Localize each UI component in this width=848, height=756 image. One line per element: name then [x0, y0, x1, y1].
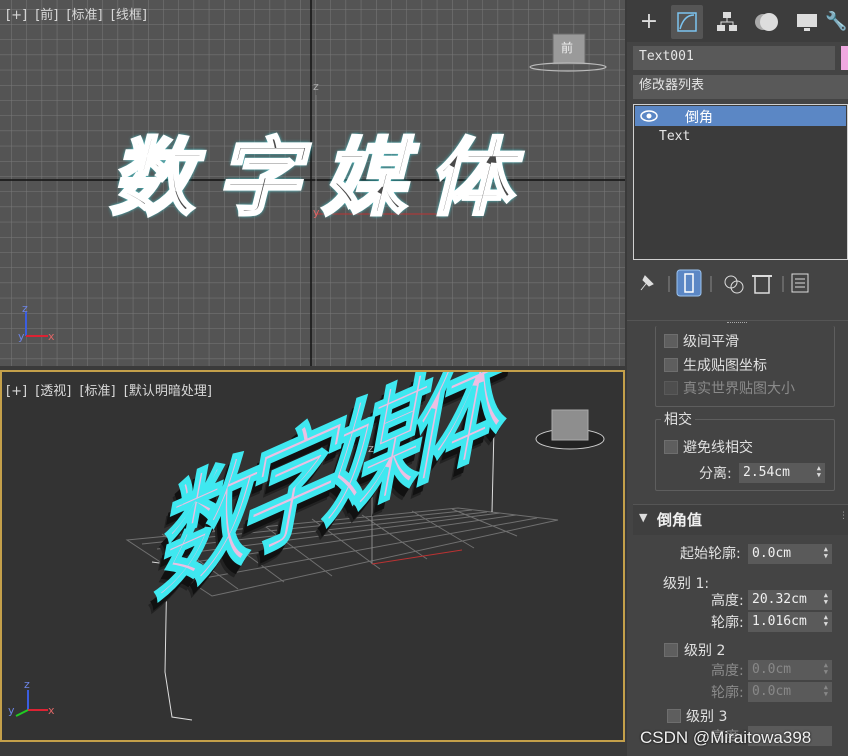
- spinner-arrows-icon[interactable]: ▲ ▼: [824, 546, 828, 560]
- l2-height-spinner[interactable]: 0.0cm ▲ ▼: [748, 660, 832, 680]
- tab-create[interactable]: +: [633, 5, 665, 39]
- level-smooth-checkbox[interactable]: [664, 334, 678, 348]
- l2-outline-spinner[interactable]: 0.0cm ▲ ▼: [748, 682, 832, 702]
- vp-menu-view[interactable]: [前]: [35, 8, 58, 23]
- spinner-arrows-icon[interactable]: ▲ ▼: [824, 614, 828, 628]
- real-world-size-label: 真实世界贴图大小: [683, 381, 795, 397]
- csdn-watermark: CSDN @Miraitowa398: [640, 728, 812, 747]
- corner-axis-y: y: [8, 704, 15, 717]
- front-text-object[interactable]: 数字媒体: [108, 127, 534, 229]
- vp-menu-plus[interactable]: [+]: [6, 8, 27, 23]
- level1-label: 级别 1:: [663, 576, 710, 592]
- collapse-arrow-icon: ▼: [639, 511, 648, 524]
- l2-outline-label: 轮廓:: [711, 685, 744, 701]
- modify-icon: [677, 12, 697, 32]
- corner-axis-y: y: [18, 330, 25, 343]
- l1-outline-spinner[interactable]: 1.016cm ▲ ▼: [748, 612, 832, 632]
- delete-modifier-button[interactable]: [751, 270, 775, 296]
- spinner-arrows-icon[interactable]: ▲ ▼: [824, 662, 828, 676]
- level2-checkbox[interactable]: [664, 643, 678, 657]
- axis-z-label: z: [368, 442, 374, 455]
- gen-map-coords-label: 生成贴图坐标: [683, 358, 767, 374]
- make-unique-button[interactable]: [722, 270, 746, 296]
- axis-z-label: z: [313, 80, 319, 93]
- start-outline-spinner[interactable]: 0.0cm ▲ ▼: [748, 544, 832, 564]
- corner-axis-x: x: [48, 704, 55, 717]
- vp-menu-standard[interactable]: [标准]: [79, 384, 115, 399]
- vp-menu-plus[interactable]: [+]: [6, 384, 27, 399]
- spinner-arrows-icon[interactable]: ▲ ▼: [817, 465, 821, 479]
- bevel-rollout-header[interactable]: ▼ 倒角值 ⋮: [633, 504, 848, 535]
- l2-height-value: 0.0cm: [752, 662, 792, 677]
- show-end-result-button[interactable]: [677, 270, 701, 296]
- modifier-stack[interactable]: 倒角 Text: [633, 104, 848, 260]
- separation-label: 分离:: [699, 466, 732, 482]
- modifier-list-dropdown[interactable]: 修改器列表: [633, 75, 848, 99]
- tab-motion[interactable]: [751, 5, 783, 39]
- vp-menu-shading[interactable]: [线框]: [111, 8, 147, 23]
- level3-checkbox[interactable]: [667, 709, 681, 723]
- object-name-field[interactable]: Text001: [633, 46, 835, 70]
- axis-y-label: y: [313, 206, 320, 219]
- corner-axis-x: x: [48, 330, 55, 343]
- corner-axis-z: z: [24, 678, 30, 691]
- view-cube-label[interactable]: 前: [561, 39, 573, 56]
- level-smooth-label: 级间平滑: [683, 334, 739, 350]
- vp-menu-shading[interactable]: [默认明暗处理]: [124, 384, 212, 399]
- level2-label: 级别 2: [684, 643, 726, 659]
- vp-menu-standard[interactable]: [标准]: [66, 8, 102, 23]
- tab-hierarchy[interactable]: [711, 5, 743, 39]
- spinner-arrows-icon[interactable]: ▲ ▼: [824, 684, 828, 698]
- bevel-rollout-title: 倒角值: [657, 511, 703, 529]
- l1-outline-value: 1.016cm: [752, 614, 807, 629]
- utilities-icon: 🔧: [825, 11, 848, 32]
- object-color-swatch[interactable]: [841, 46, 848, 70]
- persp-view-labels[interactable]: [+] [透视] [标准] [默认明暗处理]: [6, 380, 216, 399]
- intersect-title: 相交: [661, 409, 695, 429]
- create-icon: +: [639, 9, 659, 34]
- command-panel: + 🔧 Text001 修改器列表 倒角 Text 级间平滑 生成贴图坐标 真实…: [627, 0, 848, 756]
- start-outline-value: 0.0cm: [752, 546, 792, 561]
- eye-icon[interactable]: [639, 109, 659, 123]
- l1-height-label: 高度:: [711, 593, 744, 609]
- avoid-intersect-label: 避免线相交: [683, 440, 753, 456]
- pin-stack-button[interactable]: [637, 268, 661, 296]
- front-viewport[interactable]: [+] [前] [标准] [线框] 前 数字媒体 z y z y x: [0, 0, 625, 366]
- stack-item-text[interactable]: Text: [635, 128, 846, 148]
- display-icon: [797, 14, 817, 31]
- level3-label: 级别 3: [686, 709, 728, 725]
- l1-height-value: 20.32cm: [752, 592, 807, 607]
- start-outline-label: 起始轮廓:: [680, 546, 741, 562]
- stack-item-bevel[interactable]: 倒角: [635, 106, 846, 126]
- l1-outline-label: 轮廓:: [711, 615, 744, 631]
- drag-handle-icon[interactable]: ⋮: [839, 511, 848, 521]
- separation-value: 2.54cm: [743, 465, 790, 480]
- separation-spinner[interactable]: 2.54cm ▲ ▼: [739, 463, 825, 483]
- tab-display[interactable]: [791, 5, 823, 39]
- configure-sets-button[interactable]: [789, 270, 813, 296]
- stack-item-label: Text: [659, 129, 691, 144]
- real-world-size-checkbox[interactable]: [664, 381, 678, 395]
- tab-modify[interactable]: [671, 5, 703, 39]
- corner-axis-z: z: [22, 302, 28, 315]
- spinner-arrows-icon[interactable]: ▲ ▼: [824, 592, 828, 606]
- stack-item-label: 倒角: [685, 110, 713, 126]
- l2-outline-value: 0.0cm: [752, 684, 792, 699]
- tab-utilities[interactable]: 🔧: [825, 5, 848, 39]
- front-view-labels[interactable]: [+] [前] [标准] [线框]: [6, 4, 151, 23]
- l1-height-spinner[interactable]: 20.32cm ▲ ▼: [748, 590, 832, 610]
- perspective-viewport[interactable]: [+] [透视] [标准] [默认明暗处理] 数字媒体 z z y x: [0, 370, 625, 742]
- avoid-intersect-checkbox[interactable]: [664, 440, 678, 454]
- hierarchy-icon: [717, 12, 737, 31]
- gen-map-coords-checkbox[interactable]: [664, 358, 678, 372]
- vp-menu-view[interactable]: [透视]: [35, 384, 71, 399]
- l2-height-label: 高度:: [711, 663, 744, 679]
- motion-icon: [755, 13, 778, 31]
